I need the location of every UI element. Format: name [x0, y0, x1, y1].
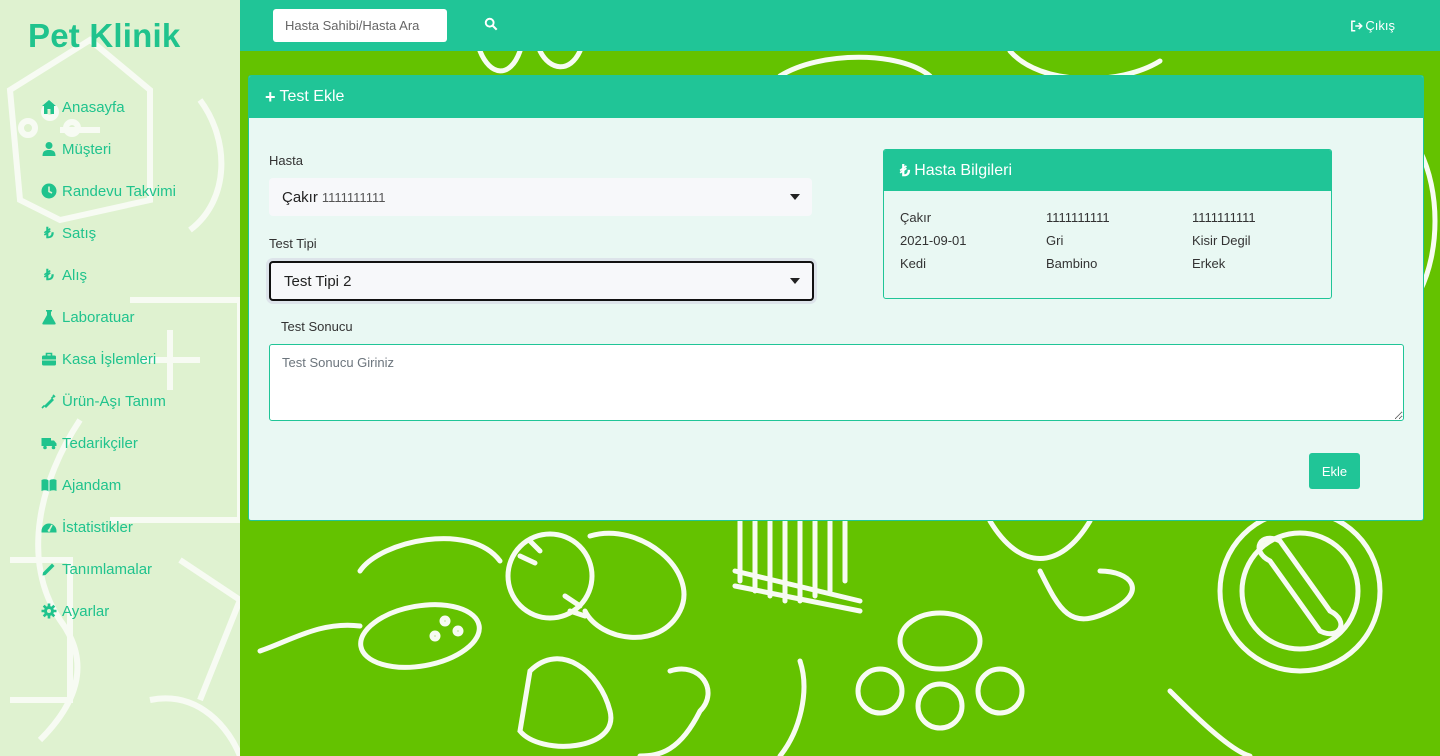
sidebar-item-satis[interactable]: ₺ Satış	[40, 212, 176, 254]
info-cell: Bambino	[1046, 256, 1098, 271]
patient-info-header: ₺ Hasta Bilgileri	[884, 150, 1331, 191]
gear-icon	[40, 603, 58, 619]
info-cell: 1111111111	[1046, 210, 1110, 225]
sidebar: Pet Klinik Anasayfa Müşteri Randevu Takv…	[0, 0, 240, 756]
patient-info-card: ₺ Hasta Bilgileri Çakır 1111111111 11111…	[883, 149, 1332, 299]
book-icon	[40, 477, 58, 493]
test-type-select[interactable]: Test Tipi 2	[269, 261, 814, 301]
flask-icon	[40, 309, 58, 325]
card-title: Test Ekle	[279, 88, 345, 105]
clock-icon	[40, 183, 58, 199]
lira-icon: ₺	[44, 267, 54, 284]
info-cell: 1111111111	[1192, 210, 1256, 225]
patient-info-title: Hasta Bilgileri	[914, 161, 1012, 179]
plus-icon: +	[265, 86, 276, 107]
chevron-down-icon	[790, 278, 800, 284]
patient-select-name: Çakır	[282, 188, 318, 206]
logout-label: Çıkış	[1365, 18, 1395, 33]
patient-info-grid: Çakır 1111111111 1111111111 2021-09-01 G…	[900, 210, 1331, 271]
gauge-icon	[40, 519, 58, 535]
test-result-label: Test Sonucu	[281, 319, 353, 334]
sign-out-icon	[1351, 20, 1364, 31]
sidebar-item-kasa-islemleri[interactable]: Kasa İşlemleri	[40, 338, 176, 380]
test-type-value: Test Tipi 2	[284, 272, 352, 290]
sidebar-nav: Anasayfa Müşteri Randevu Takvimi ₺ Satış…	[40, 86, 176, 632]
chevron-down-icon	[790, 194, 800, 200]
sidebar-item-ayarlar[interactable]: Ayarlar	[40, 590, 176, 632]
sidebar-item-label: Tanımlamalar	[62, 560, 153, 578]
sidebar-item-label: Satış	[62, 224, 97, 242]
sidebar-item-label: Randevu Takvimi	[62, 182, 176, 200]
sidebar-item-alis[interactable]: ₺ Alış	[40, 254, 176, 296]
patient-label: Hasta	[269, 153, 303, 168]
sidebar-item-label: Anasayfa	[62, 98, 125, 116]
top-navbar: Çıkış	[240, 0, 1440, 51]
sidebar-item-label: Ajandam	[62, 476, 122, 494]
sidebar-item-label: Kasa İşlemleri	[62, 350, 157, 368]
syringe-icon	[40, 393, 58, 409]
brand-logo-text[interactable]: Pet Klinik	[28, 17, 180, 55]
test-add-card: + Test Ekle Hasta Çakır 1111111111 Test …	[248, 75, 1424, 521]
truck-icon	[40, 435, 58, 451]
info-cell: Çakır	[900, 210, 932, 225]
sidebar-item-istatistikler[interactable]: İstatistikler	[40, 506, 176, 548]
info-cell: Erkek	[1192, 256, 1226, 271]
sidebar-item-label: Alış	[62, 266, 88, 284]
sidebar-item-urun-asi-tanim[interactable]: Ürün-Aşı Tanım	[40, 380, 176, 422]
logout-button[interactable]: Çıkış	[1350, 18, 1395, 33]
briefcase-icon	[40, 351, 58, 367]
lira-icon: ₺	[44, 225, 54, 242]
home-icon	[40, 99, 58, 115]
search-icon[interactable]	[484, 17, 500, 33]
pencil-icon	[40, 561, 58, 577]
info-cell: Kedi	[900, 256, 927, 271]
patient-select-id: 1111111111	[321, 189, 386, 205]
info-cell: Gri	[1046, 233, 1064, 248]
lira-icon: ₺	[900, 162, 911, 180]
search-input[interactable]	[273, 9, 447, 42]
sidebar-item-label: İstatistikler	[62, 518, 133, 536]
sidebar-item-label: Laboratuar	[62, 308, 135, 326]
sidebar-item-anasayfa[interactable]: Anasayfa	[40, 86, 176, 128]
sidebar-item-laboratuar[interactable]: Laboratuar	[40, 296, 176, 338]
add-button[interactable]: Ekle	[1309, 453, 1360, 489]
test-type-label: Test Tipi	[269, 236, 317, 251]
sidebar-item-label: Ürün-Aşı Tanım	[62, 392, 166, 410]
patient-select[interactable]: Çakır 1111111111	[269, 178, 812, 216]
info-cell: 2021-09-01	[900, 233, 967, 248]
sidebar-item-tedarikciler[interactable]: Tedarikçiler	[40, 422, 176, 464]
test-result-textarea[interactable]	[269, 344, 1404, 421]
info-cell: Kisir Degil	[1192, 233, 1251, 248]
sidebar-item-randevu-takvimi[interactable]: Randevu Takvimi	[40, 170, 176, 212]
card-header: + Test Ekle	[249, 76, 1423, 118]
sidebar-item-musteri[interactable]: Müşteri	[40, 128, 176, 170]
sidebar-item-label: Tedarikçiler	[62, 434, 138, 452]
user-icon	[40, 141, 58, 157]
sidebar-item-tanimlamalar[interactable]: Tanımlamalar	[40, 548, 176, 590]
sidebar-item-label: Müşteri	[62, 140, 112, 158]
sidebar-item-ajandam[interactable]: Ajandam	[40, 464, 176, 506]
sidebar-item-label: Ayarlar	[62, 602, 110, 620]
